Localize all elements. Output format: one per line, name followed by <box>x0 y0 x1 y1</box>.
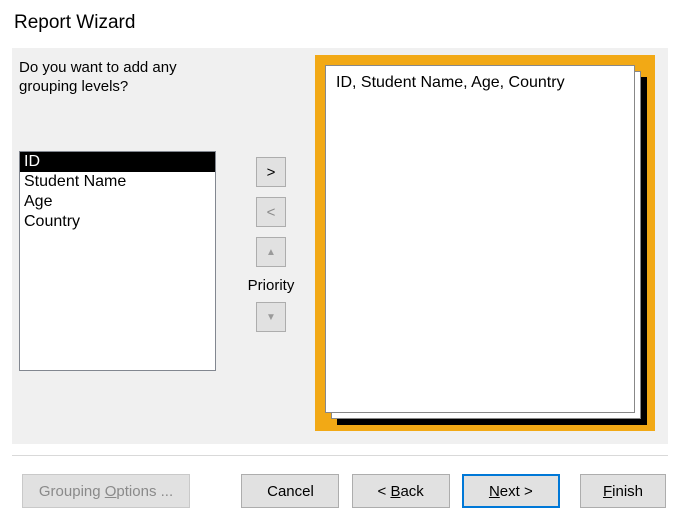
add-grouping-button[interactable]: > <box>256 157 286 187</box>
button-label: Grouping Options ... <box>39 483 173 500</box>
move-buttons-column: > < ▲ Priority ▼ <box>241 157 301 342</box>
preview-fields-line: ID, Student Name, Age, Country <box>336 74 624 92</box>
next-button[interactable]: Next > <box>462 474 560 508</box>
arrow-down-icon: ▼ <box>266 312 276 323</box>
cancel-button[interactable]: Cancel <box>241 474 339 508</box>
list-item[interactable]: ID <box>20 152 215 172</box>
fields-listbox[interactable]: ID Student Name Age Country <box>19 151 216 371</box>
list-item[interactable]: Student Name <box>20 172 215 192</box>
list-item[interactable]: Age <box>20 192 215 212</box>
grouping-options-button: Grouping Options ... <box>22 474 190 508</box>
dialog-title: Report Wizard <box>0 0 680 42</box>
button-label: Cancel <box>267 483 314 500</box>
button-label: < Back <box>378 483 424 500</box>
prompt-text: Do you want to add any grouping levels? <box>13 49 223 103</box>
preview-page: ID, Student Name, Age, Country <box>325 65 635 413</box>
separator-line <box>12 455 668 456</box>
content-area: Do you want to add any grouping levels? … <box>12 48 668 444</box>
preview-frame: ID, Student Name, Age, Country <box>315 55 655 431</box>
button-label: Next > <box>489 483 533 500</box>
priority-label: Priority <box>241 277 301 294</box>
back-button[interactable]: < Back <box>352 474 450 508</box>
remove-grouping-button[interactable]: < <box>256 197 286 227</box>
bottom-button-bar: Grouping Options ... Cancel < Back Next … <box>0 460 680 530</box>
arrow-up-icon: ▲ <box>266 247 276 258</box>
priority-down-button[interactable]: ▼ <box>256 302 286 332</box>
finish-button[interactable]: Finish <box>580 474 666 508</box>
button-label: Finish <box>603 483 643 500</box>
report-wizard-dialog: Report Wizard Do you want to add any gro… <box>0 0 680 530</box>
list-item[interactable]: Country <box>20 212 215 232</box>
priority-up-button[interactable]: ▲ <box>256 237 286 267</box>
